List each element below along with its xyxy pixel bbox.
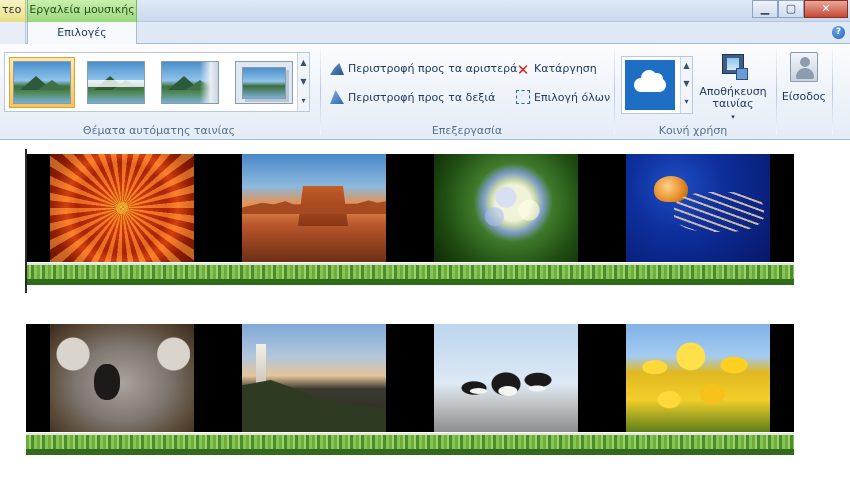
rotate-right-button[interactable]: Περιστροφή προς τα δεξιά [330, 88, 495, 108]
photo-clip-desert[interactable] [242, 154, 386, 262]
ribbon-tab-row: Επιλογές ? [0, 22, 850, 45]
save-movie-label: Αποθήκευση ταινίας ▾ [699, 85, 767, 122]
group-separator [320, 48, 321, 134]
theme-thumbnail-4[interactable] [231, 57, 297, 108]
theme-preview-image [161, 61, 219, 104]
sharing-gallery: ▲ ▼ ▾ [621, 56, 693, 114]
minimize-button[interactable]: ▁ [752, 0, 778, 18]
rotate-left-button[interactable]: Περιστροφή προς τα αριστερά [330, 59, 517, 79]
sign-in-button[interactable]: Είσοδος [780, 52, 828, 118]
select-all-button[interactable]: Επιλογή όλων [516, 88, 610, 108]
theme-thumbnail-2[interactable] [83, 57, 149, 108]
tab-left[interactable] [0, 22, 26, 44]
themes-gallery: ▲ ▼ ▾ [4, 52, 310, 112]
group-separator [776, 48, 777, 134]
theme-thumbnail-3[interactable] [157, 57, 223, 108]
photo-clip-lighthouse[interactable] [242, 324, 386, 432]
music-track-row-1[interactable] [26, 263, 794, 285]
photo-clip-koala[interactable] [50, 324, 194, 432]
help-icon[interactable]: ? [832, 26, 845, 39]
themes-gallery-scrollbar[interactable]: ▲ ▼ ▾ [297, 53, 309, 111]
chevron-down-icon: ▾ [731, 113, 735, 121]
onedrive-icon[interactable] [625, 60, 675, 110]
editing-group-label: Επεξεργασία [431, 124, 503, 137]
save-movie-icon [720, 52, 748, 80]
tab-options[interactable]: Επιλογές [27, 22, 137, 45]
gallery-scroll-down-icon[interactable]: ▼ [298, 72, 309, 91]
themes-group-label: Θέματα αυτόματης ταινίας [82, 124, 236, 137]
rotate-right-label: Περιστροφή προς τα δεξιά [348, 91, 496, 104]
theme-preview-image [235, 61, 293, 104]
context-tab-left[interactable]: τεο [0, 0, 26, 22]
photo-clip-flower[interactable] [50, 154, 194, 262]
storyboard-pane[interactable] [0, 141, 850, 494]
close-button[interactable]: ✕ [804, 0, 848, 18]
remove-x-icon: ✕ [516, 61, 530, 79]
rotate-left-icon [330, 61, 344, 75]
photo-clip-hydrangea[interactable] [434, 154, 578, 262]
window-controls: ▁ ▢ ✕ [752, 0, 848, 18]
theme-thumbnail-1[interactable] [9, 57, 75, 108]
sharing-scroll-up-icon[interactable]: ▲ [681, 57, 692, 75]
context-tab-music-tools[interactable]: Εργαλεία μουσικής [27, 0, 137, 22]
maximize-button[interactable]: ▢ [778, 0, 804, 18]
select-all-label: Επιλογή όλων [534, 91, 611, 104]
gallery-more-icon[interactable]: ▾ [298, 91, 309, 110]
ribbon: ▲ ▼ ▾ Θέματα αυτόματης ταινίας Περιστροφ… [0, 44, 850, 140]
save-movie-button[interactable]: Αποθήκευση ταινίας ▾ [696, 52, 770, 121]
rotate-left-label: Περιστροφή προς τα αριστερά [348, 62, 518, 75]
title-bar: τεο Εργαλεία μουσικής ▁ ▢ ✕ [0, 0, 850, 22]
remove-button[interactable]: ✕ Κατάργηση [516, 59, 597, 79]
theme-preview-image [87, 61, 145, 104]
rotate-right-icon [330, 90, 344, 104]
sharing-gallery-scrollbar[interactable]: ▲ ▼ ▾ [680, 57, 692, 113]
sharing-more-icon[interactable]: ▾ [681, 93, 692, 111]
remove-label: Κατάργηση [534, 62, 597, 75]
user-avatar-icon [790, 52, 818, 82]
theme-preview-image [13, 61, 71, 104]
photo-clip-tulips[interactable] [626, 324, 770, 432]
sharing-scroll-down-icon[interactable]: ▼ [681, 75, 692, 93]
group-separator [614, 48, 615, 134]
photo-clip-penguins[interactable] [434, 324, 578, 432]
gallery-scroll-up-icon[interactable]: ▲ [298, 53, 309, 72]
sharing-group-label: Κοινή χρήση [658, 124, 728, 137]
themes-group: ▲ ▼ ▾ Θέματα αυτόματης ταινίας [0, 44, 318, 140]
group-separator [832, 48, 833, 134]
playback-indicator[interactable] [25, 149, 27, 293]
storyboard-row-2 [26, 324, 794, 432]
photo-clip-jellyfish[interactable] [626, 154, 770, 262]
editing-group: Περιστροφή προς τα αριστερά Περιστροφή π… [322, 44, 612, 140]
storyboard-row-1 [26, 154, 794, 262]
sign-in-label: Είσοδος [781, 90, 827, 103]
window-title [145, 0, 565, 22]
select-all-icon [516, 90, 530, 104]
music-track-row-2[interactable] [26, 433, 794, 455]
